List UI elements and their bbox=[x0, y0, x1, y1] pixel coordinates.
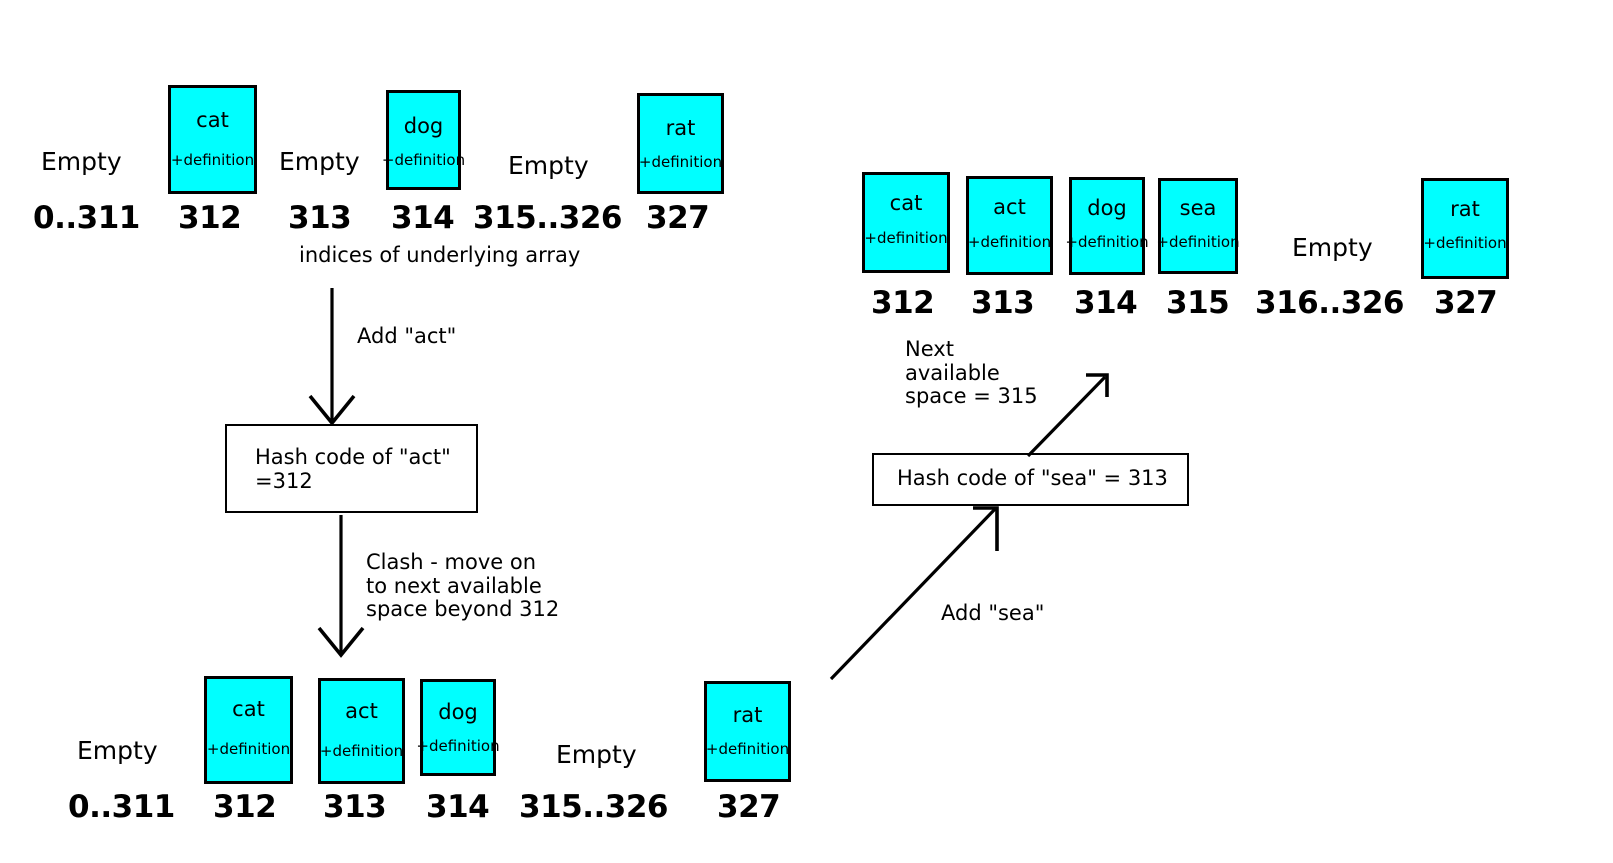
annotation-add-act: Add "act" bbox=[357, 324, 457, 348]
cell-word: rat bbox=[665, 116, 696, 140]
cell-definition: +definition bbox=[705, 740, 790, 758]
array-cell-cat: cat +definition bbox=[168, 85, 257, 194]
process-box-hash-sea: Hash code of "sea" = 313 bbox=[872, 453, 1189, 506]
array-slot-empty-313: Empty bbox=[279, 147, 360, 176]
index-label: 327 bbox=[646, 200, 710, 236]
cell-definition: +definition bbox=[967, 233, 1052, 251]
index-label: 314 bbox=[1074, 285, 1138, 321]
cell-word: rat bbox=[732, 703, 763, 727]
cell-definition: +definition bbox=[1065, 233, 1149, 251]
cell-word: cat bbox=[889, 191, 923, 215]
cell-definition: +definition bbox=[1156, 233, 1240, 251]
process-box-text: Hash code of "sea" = 313 bbox=[897, 466, 1168, 490]
annotation-next-available-space: Next available space = 315 bbox=[905, 337, 1038, 409]
index-label: 316..326 bbox=[1255, 285, 1404, 321]
cell-word: dog bbox=[403, 114, 444, 138]
index-label: 315..326 bbox=[519, 789, 668, 825]
arrow-add-sea bbox=[829, 506, 999, 681]
array-cell-dog: dog +definition bbox=[382, 90, 465, 190]
cell-word: act bbox=[345, 699, 378, 723]
annotation-add-sea: Add "sea" bbox=[941, 601, 1045, 625]
arrow-clash-move-on bbox=[317, 515, 365, 658]
array-cell-rat: rat +definition bbox=[1421, 178, 1509, 279]
index-label: 327 bbox=[717, 789, 781, 825]
array-cell-act: act +definition bbox=[966, 176, 1053, 275]
cell-word: sea bbox=[1179, 196, 1217, 220]
array-cell-rat: rat +definition bbox=[704, 681, 791, 782]
index-label: 315..326 bbox=[473, 200, 622, 236]
cell-definition: +definition bbox=[1423, 234, 1507, 252]
array-slot-empty-315-326: Empty bbox=[508, 151, 589, 180]
array-cell-rat: rat +definition bbox=[637, 93, 724, 194]
cell-definition: +definition bbox=[638, 153, 723, 171]
process-box-hash-act: Hash code of "act" =312 bbox=[225, 424, 478, 513]
index-label: 313 bbox=[323, 789, 387, 825]
array-slot-empty-0-311: Empty bbox=[77, 736, 158, 765]
cell-word: dog bbox=[1087, 196, 1127, 220]
cell-word: cat bbox=[196, 108, 229, 132]
array-cell-dog: dog +definition bbox=[416, 679, 500, 776]
index-label: 327 bbox=[1434, 285, 1498, 321]
array-cell-act: act +definition bbox=[318, 678, 405, 784]
index-label: 315 bbox=[1166, 285, 1230, 321]
annotation-clash: Clash - move on to next available space … bbox=[366, 550, 560, 622]
array-cell-sea: sea +definition bbox=[1156, 178, 1240, 274]
index-label: 312 bbox=[871, 285, 935, 321]
cell-word: cat bbox=[232, 697, 265, 721]
index-label: 313 bbox=[971, 285, 1035, 321]
cell-word: rat bbox=[1450, 197, 1480, 221]
cell-definition: +definition bbox=[170, 151, 255, 169]
cell-definition: +definition bbox=[319, 742, 404, 760]
index-label: 312 bbox=[178, 200, 242, 236]
index-label: 312 bbox=[213, 789, 277, 825]
index-label: 314 bbox=[426, 789, 490, 825]
process-box-text: Hash code of "act" =312 bbox=[255, 445, 451, 494]
index-label: 314 bbox=[391, 200, 455, 236]
cell-definition: +definition bbox=[416, 737, 500, 755]
cell-word: dog bbox=[438, 700, 478, 724]
arrow-next-available-space bbox=[1026, 373, 1109, 458]
cell-definition: +definition bbox=[864, 229, 948, 247]
index-label: 0..311 bbox=[68, 789, 175, 825]
array-cell-cat: cat +definition bbox=[204, 676, 293, 784]
cell-definition: +definition bbox=[206, 740, 291, 758]
array-cell-cat: cat +definition bbox=[862, 172, 950, 273]
array-slot-empty-0-311: Empty bbox=[41, 147, 122, 176]
array-slot-empty-316-326: Empty bbox=[1292, 233, 1373, 262]
diagram-canvas: Empty cat +definition Empty dog +definit… bbox=[0, 0, 1613, 863]
array-cell-dog: dog +definition bbox=[1065, 177, 1149, 275]
cell-word: act bbox=[993, 195, 1026, 219]
arrow-add-act bbox=[308, 288, 356, 426]
caption-indices-of-underlying-array: indices of underlying array bbox=[299, 243, 581, 267]
index-label: 313 bbox=[288, 200, 352, 236]
array-slot-empty-315-326: Empty bbox=[556, 740, 637, 769]
cell-definition: +definition bbox=[381, 151, 466, 169]
index-label: 0..311 bbox=[33, 200, 140, 236]
